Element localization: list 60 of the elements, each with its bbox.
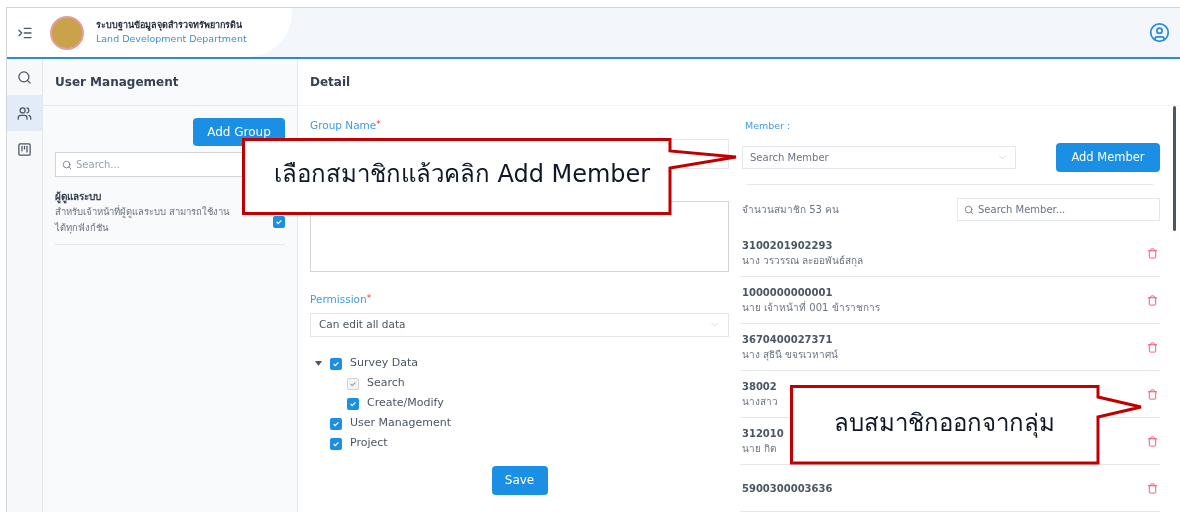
member-id: 3100201902293 [742,239,834,253]
delete-icon[interactable] [1147,247,1158,259]
permission-label: User Management [350,415,452,432]
field-label: Permission [310,291,367,307]
caret-icon[interactable] [315,361,322,366]
member-id: 3670400027371 [742,333,834,347]
check-icon [275,218,283,226]
logo-icon [50,15,84,50]
check-icon [332,419,340,428]
search-icon [62,159,72,170]
users-icon [17,105,32,121]
member-id: 312010 [742,427,785,441]
checkbox[interactable] [273,216,285,228]
member-name: นาย เจ้าหน้าที่ 001 ข้าราชการ [742,300,881,315]
group-description: สำหรับเจ้าหน้าที่ผู้ดูแลระบบ สามารถใช้งานได้ทุกฟังก์ชัน [55,204,231,236]
permission-select[interactable]: Can edit all data [310,312,729,337]
checkbox[interactable] [330,437,342,450]
scrollbar-thumb[interactable] [1173,106,1176,231]
permission-label: Create/Modify [367,395,444,412]
check-icon [332,439,340,448]
required-mark: * [366,291,372,305]
app-title: ระบบฐานข้อมูลจุดสำรวจทรัพยากรดิน [96,18,243,33]
member-select[interactable]: Search Member [742,146,1016,169]
permission-label: Search [367,375,405,392]
permission-label: Project [350,435,388,452]
delete-icon[interactable] [1147,294,1158,306]
member-id: 5900300003636 [742,481,834,496]
member-count: จำนวนสมาชิก 53 คน [741,203,840,217]
check-icon [332,359,340,368]
member-name: นางสาว [742,395,779,409]
add-member-button[interactable]: Add Member [1056,143,1160,172]
member-name: นาง สุธินี ขจรเวหาศน์ [742,348,840,362]
app-subtitle: Land Development Department [96,32,247,47]
group-name: ผู้ดูแลระบบ [55,190,102,204]
panel-title: User Management [55,74,179,91]
field-label: Group Name [310,118,377,133]
delete-icon[interactable] [1147,435,1158,447]
member-name: นาย กิต [742,442,778,456]
delete-icon[interactable] [1147,341,1158,353]
search-icon [964,204,974,215]
save-button[interactable]: Save [491,465,548,495]
member-id: 38002 [742,380,778,394]
member-search-field[interactable]: Search Member... [957,198,1160,221]
user-icon[interactable] [1149,22,1170,43]
member-id: 1000000000001 [742,286,834,300]
member-label: Member : [744,118,792,133]
callout-text: ลบสมาชิกออกจากลุ่ม [832,408,1056,440]
member-name: นาง วรวรรณ ละออพันธ์สกุล [742,254,865,268]
detail-title: Detail [310,74,351,91]
permission-label: Survey Data [350,355,419,372]
search-icon [17,69,32,85]
delete-icon[interactable] [1147,482,1158,494]
checkbox[interactable] [330,357,342,370]
board-icon [17,141,32,157]
checkbox[interactable] [330,417,342,430]
check-icon [349,399,357,408]
check-icon [349,379,357,388]
required-mark: * [376,118,381,131]
delete-icon[interactable] [1147,388,1158,400]
checkbox[interactable] [347,397,359,410]
